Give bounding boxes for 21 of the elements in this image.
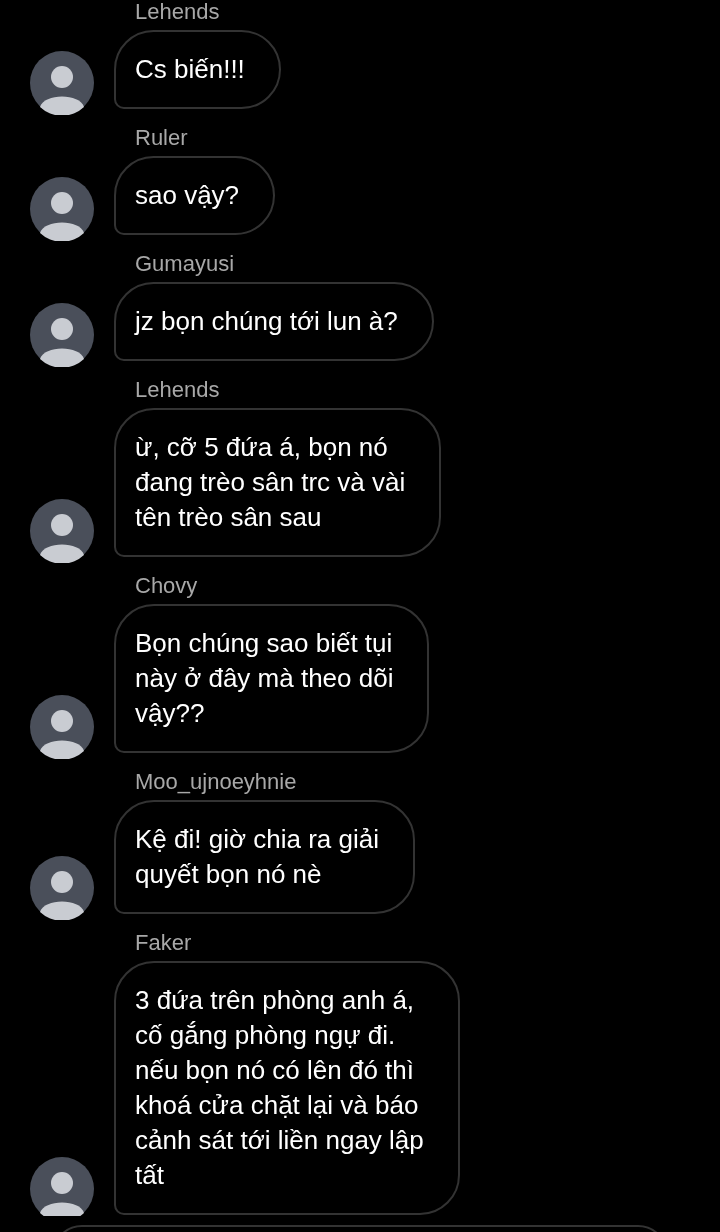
message-bubble: jz bọn chúng tới lun à? (114, 282, 434, 361)
avatar[interactable] (30, 499, 94, 563)
avatar[interactable] (30, 695, 94, 759)
message-bubble: 3 đứa trên phòng anh á, cố gắng phòng ngự đi. nếu bọn nó có lên đó thì khoá cửa chặt lại và báo cảnh sát tới liền ngay lập tất (114, 961, 460, 1215)
sender-name: Gumayusi (135, 252, 235, 276)
sender-name: Lehends (135, 0, 220, 24)
avatar[interactable] (30, 303, 94, 367)
sender-name: Lehends (135, 378, 220, 402)
message-bubble: Kệ đi! giờ chia ra giải quyết bọn nó nè (114, 800, 415, 914)
message-bubble: Cs biến!!! (114, 30, 281, 109)
sender-name: Chovy (135, 574, 198, 598)
avatar[interactable] (30, 856, 94, 920)
message-bubble: ừ, cỡ 5 đứa á, bọn nó đang trèo sân trc và vài tên trèo sân sau (114, 408, 442, 557)
sender-name: Faker (135, 931, 192, 955)
avatar[interactable] (30, 51, 94, 115)
avatar[interactable] (30, 177, 94, 241)
sender-name: Moo_ujnoeyhnie (135, 770, 297, 794)
message-bubble: sao vậy? (114, 156, 276, 235)
message-bubble: Bọn chúng sao biết tụi này ở đây mà theo dõi vậy?? (114, 604, 430, 753)
sender-name: Ruler (135, 126, 188, 150)
avatar[interactable] (30, 1157, 94, 1216)
